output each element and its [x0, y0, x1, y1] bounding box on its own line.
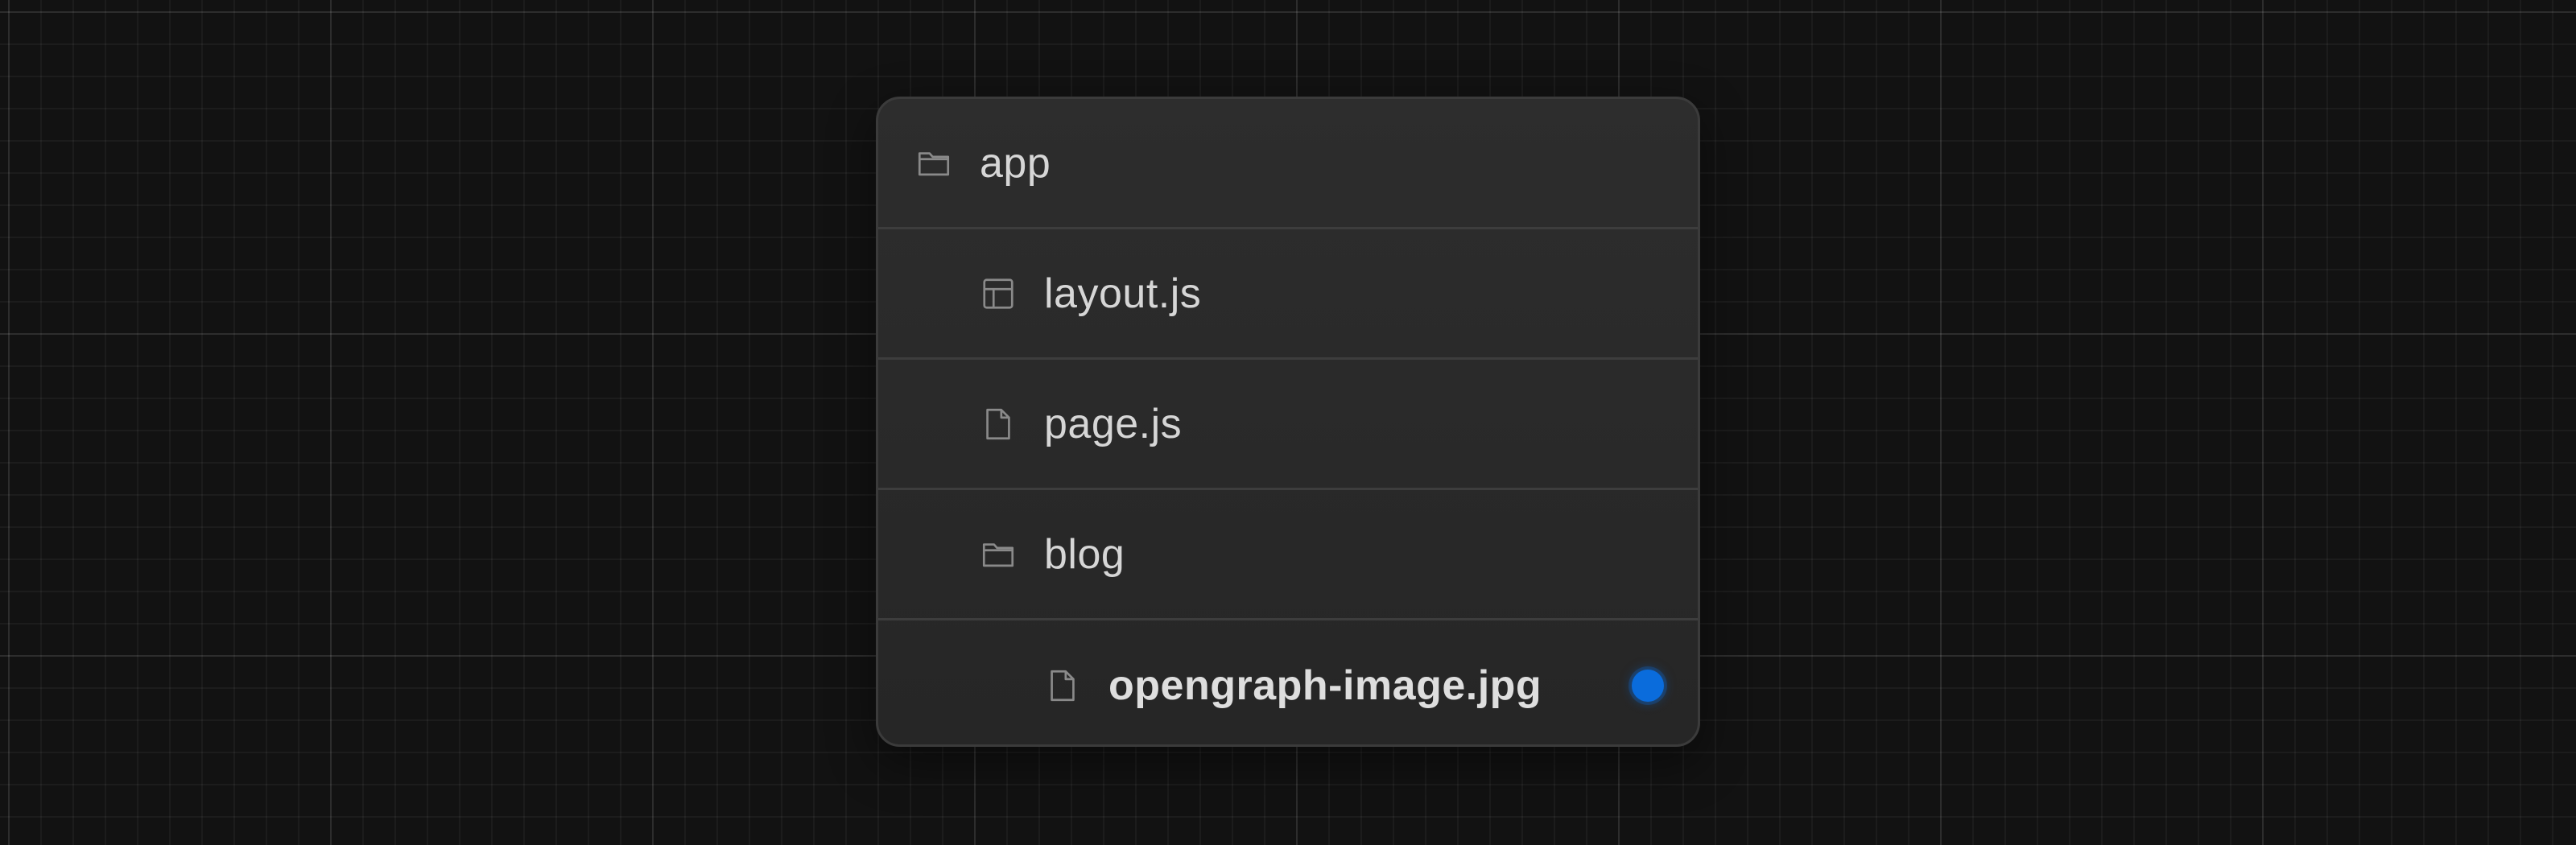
highlight-dot-icon [1632, 670, 1664, 702]
tree-row-opengraph-image-jpg[interactable]: opengraph-image.jpg [878, 620, 1698, 744]
tree-row-label: page.js [1044, 400, 1183, 447]
tree-row-label: layout.js [1044, 270, 1202, 317]
tree-row-app[interactable]: app [878, 99, 1698, 229]
file-icon [980, 406, 1017, 443]
layout-icon [980, 275, 1017, 312]
tree-row-blog[interactable]: blog [878, 490, 1698, 620]
folder-icon [915, 145, 952, 182]
file-tree: app layout.js page.js blog opengraph-ima… [876, 97, 1700, 747]
tree-row-label: app [980, 139, 1051, 187]
file-icon [1044, 667, 1081, 704]
tree-row-page-js[interactable]: page.js [878, 360, 1698, 490]
tree-row-label: blog [1044, 530, 1125, 578]
tree-row-layout-js[interactable]: layout.js [878, 229, 1698, 360]
folder-icon [980, 536, 1017, 573]
tree-row-label: opengraph-image.jpg [1108, 662, 1542, 709]
